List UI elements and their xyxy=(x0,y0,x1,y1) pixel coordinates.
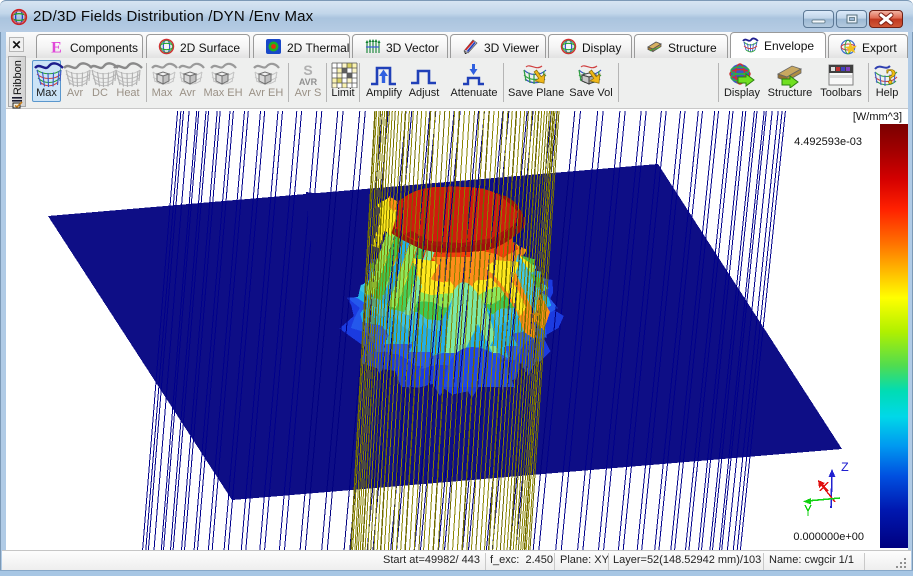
svg-text:AVR: AVR xyxy=(299,77,318,87)
svg-text:E: E xyxy=(51,40,62,56)
svg-text:4.492593e-03: 4.492593e-03 xyxy=(794,136,862,148)
svg-text:Z: Z xyxy=(841,460,849,475)
svg-text:S: S xyxy=(303,62,312,78)
svg-text:[W/mm^3]: [W/mm^3] xyxy=(853,111,902,123)
svg-text:0.000000e+00: 0.000000e+00 xyxy=(793,531,864,543)
svg-text:?: ? xyxy=(886,64,897,88)
